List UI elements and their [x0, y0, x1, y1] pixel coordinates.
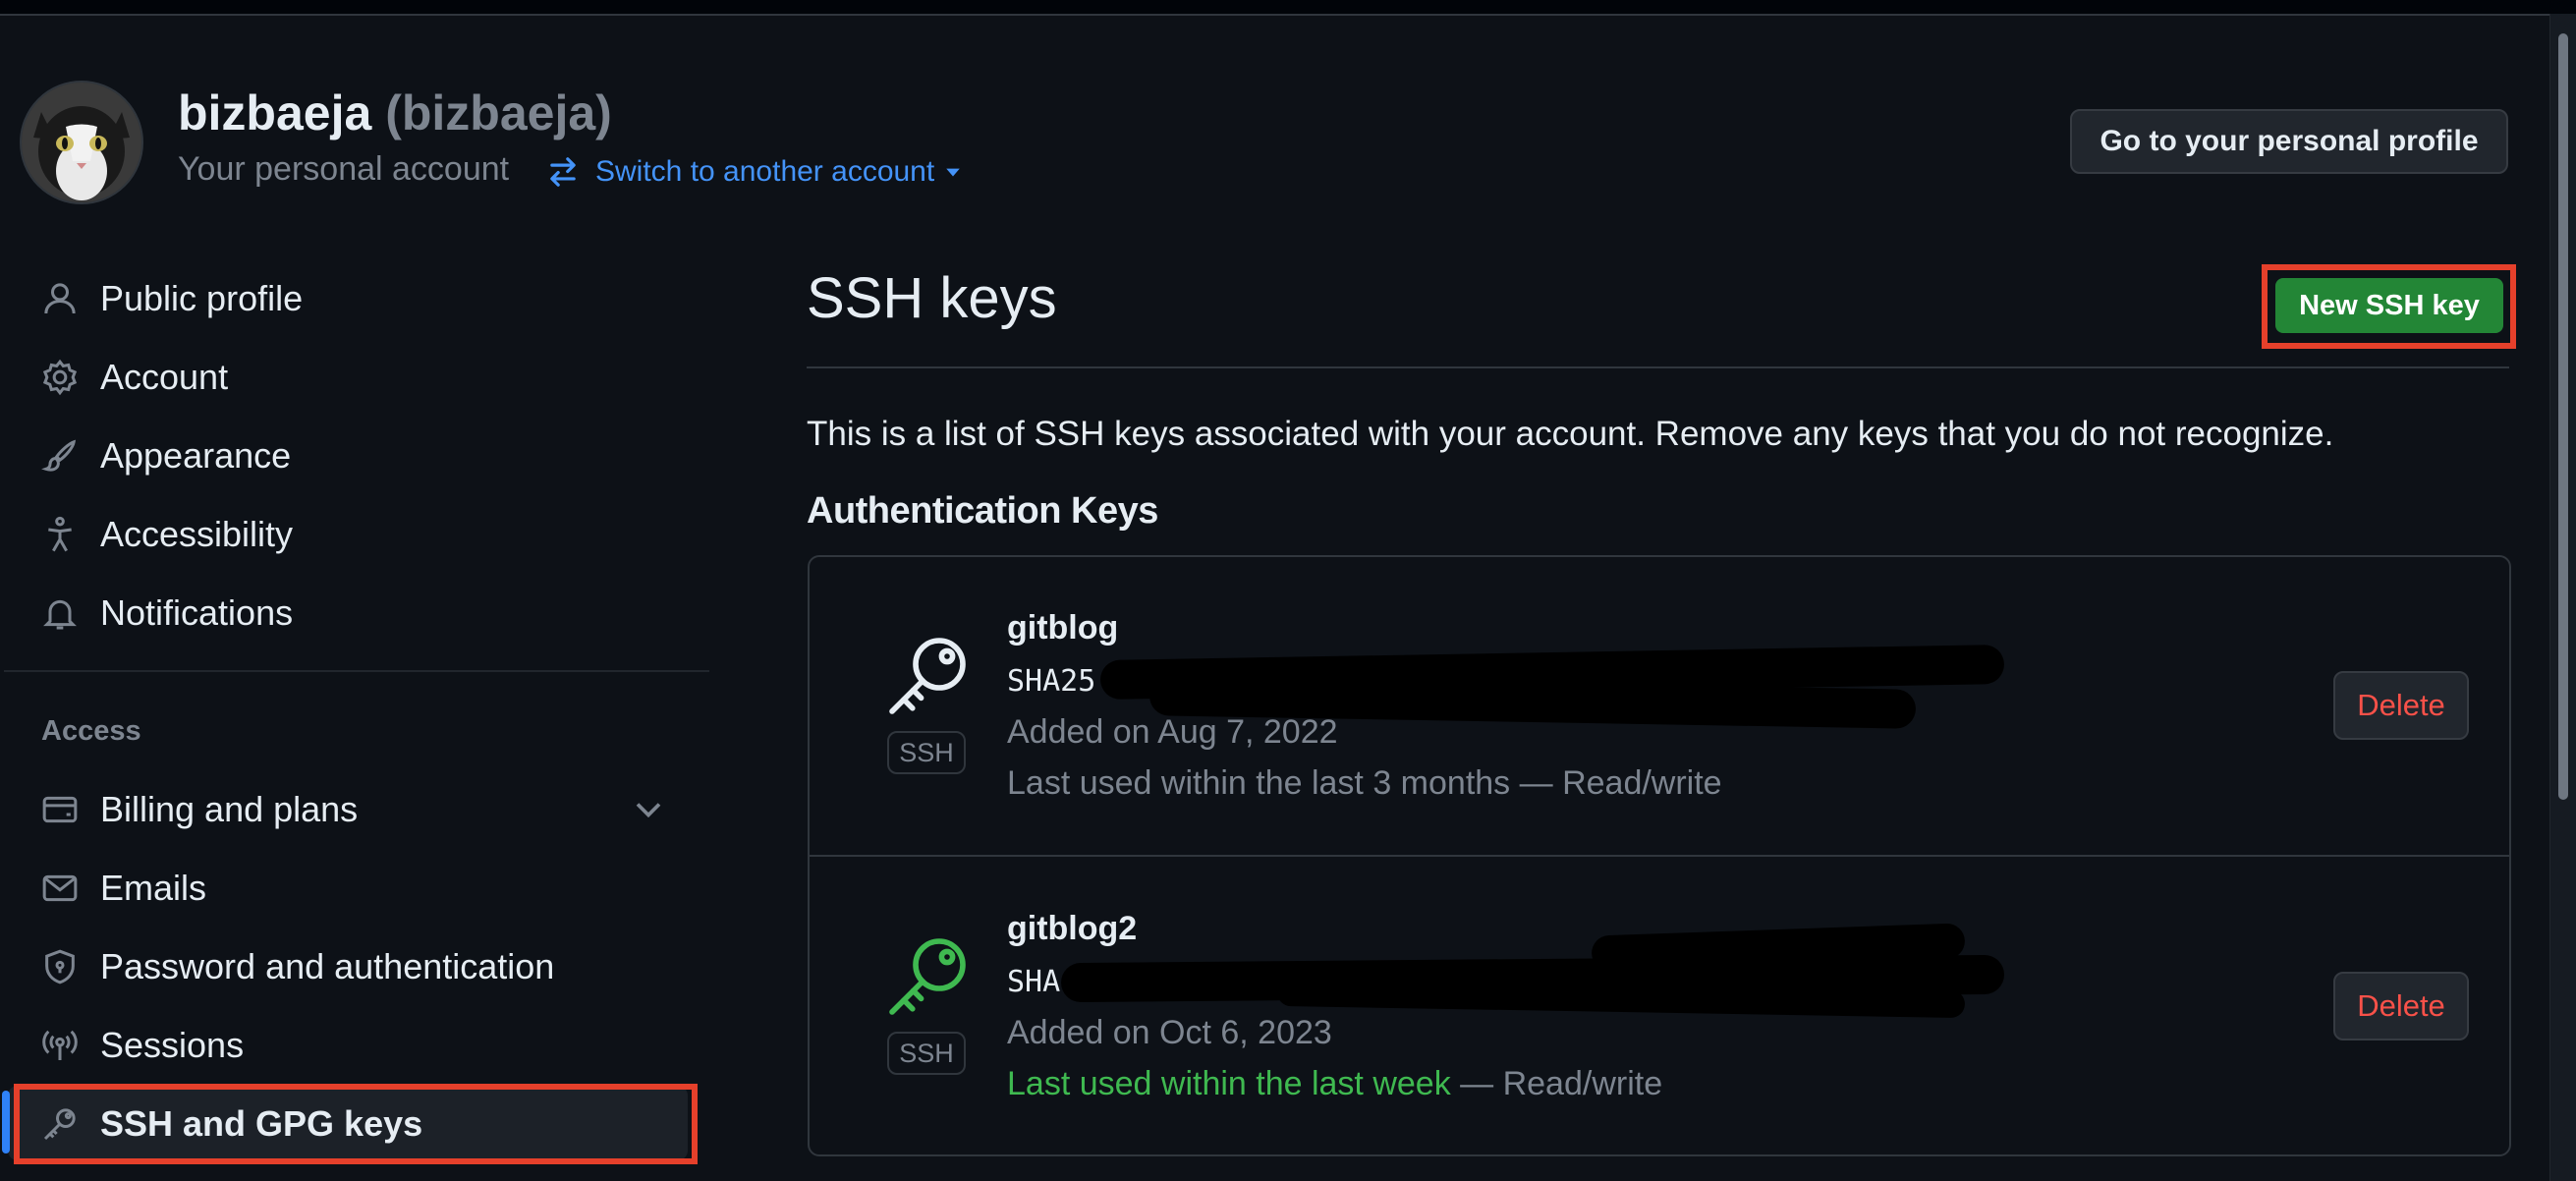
auth-keys-heading: Authentication Keys	[807, 490, 1158, 532]
key-added-date: Added on Oct 6, 2023	[1007, 1014, 1332, 1051]
mail-icon	[37, 866, 83, 911]
row-divider	[810, 855, 2509, 857]
switch-account-label: Switch to another account	[595, 155, 935, 188]
sidebar-item-account[interactable]: Account	[37, 348, 676, 407]
delete-key-button[interactable]: Delete	[2333, 972, 2469, 1040]
caret-down-icon	[946, 168, 960, 177]
key-title: gitblog2	[1007, 910, 1138, 947]
account-name: bizbaeja (bizbaeja)	[178, 84, 612, 141]
sidebar-item-accessibility[interactable]: Accessibility	[37, 505, 676, 564]
switch-account-link[interactable]: Switch to another account	[546, 147, 978, 197]
access-level: — Read/write	[1450, 1065, 1663, 1102]
sidebar-item-emails[interactable]: Emails	[37, 859, 676, 918]
broadcast-icon	[37, 1023, 83, 1068]
top-bar	[0, 0, 2576, 16]
key-last-used: Last used within the last 3 months — Rea…	[1007, 764, 1722, 803]
delete-key-button[interactable]: Delete	[2333, 671, 2469, 740]
display-name: bizbaeja	[178, 85, 372, 141]
avatar[interactable]	[20, 81, 143, 204]
sidebar-item-public-profile[interactable]: Public profile	[37, 269, 676, 328]
ssh-badge: SSH	[887, 1032, 966, 1075]
login-name: (bizbaeja)	[385, 85, 612, 141]
access-level: — Read/write	[1510, 764, 1722, 802]
sidebar-item-password[interactable]: Password and authentication	[37, 937, 676, 996]
credit-card-icon	[37, 787, 83, 832]
sidebar-item-notifications[interactable]: Notifications	[37, 584, 676, 643]
account-subtitle: Your personal account	[178, 150, 510, 188]
key-fingerprint: SHA	[1007, 965, 1061, 999]
scrollbar-thumb[interactable]	[2558, 33, 2568, 800]
sidebar-item-label: Appearance	[100, 435, 292, 476]
sidebar-divider	[4, 670, 709, 672]
arrow-switch-icon	[550, 157, 576, 187]
page-description: This is a list of SSH keys associated wi…	[807, 415, 2334, 453]
sidebar-item-label: Account	[100, 357, 229, 397]
gear-icon	[37, 355, 83, 400]
sidebar-item-label: Notifications	[100, 592, 294, 633]
last-used-text: Last used within the last week	[1007, 1065, 1451, 1102]
key-added-date: Added on Aug 7, 2022	[1007, 713, 1338, 751]
key-last-used: Last used within the last week — Read/wr…	[1007, 1065, 1662, 1103]
person-icon	[37, 276, 83, 321]
sidebar-item-sessions[interactable]: Sessions	[37, 1016, 676, 1075]
last-used-text: Last used within the last 3 months	[1007, 764, 1511, 802]
bell-icon	[37, 590, 83, 636]
title-divider	[807, 366, 2509, 368]
sidebar-item-label: Emails	[100, 868, 207, 908]
scrollbar[interactable]	[2549, 14, 2576, 1181]
sidebar-item-label: Password and authentication	[100, 946, 555, 986]
active-item-indicator	[2, 1091, 10, 1153]
key-icon	[873, 629, 981, 723]
ssh-badge: SSH	[887, 731, 966, 774]
page-title: SSH keys	[807, 266, 1057, 330]
key-title: gitblog	[1007, 609, 1119, 647]
go-to-profile-button[interactable]: Go to your personal profile	[2070, 109, 2508, 174]
sidebar-item-label: Billing and plans	[100, 789, 359, 829]
highlight-annotation-ssh-gpg	[14, 1084, 698, 1164]
sidebar-item-label: Accessibility	[100, 514, 294, 554]
highlight-annotation-new-key	[2262, 264, 2516, 349]
key-fingerprint: SHA25	[1007, 664, 1096, 699]
chevron-down-icon[interactable]	[627, 788, 670, 831]
sidebar-item-appearance[interactable]: Appearance	[37, 426, 676, 485]
sidebar-item-label: Public profile	[100, 278, 304, 318]
paintbrush-icon	[37, 433, 83, 478]
sidebar-section-heading: Access	[41, 715, 141, 747]
sidebar-item-label: Sessions	[100, 1025, 245, 1065]
accessibility-icon	[37, 512, 83, 557]
key-icon	[873, 929, 981, 1024]
shield-lock-icon	[37, 944, 83, 989]
sidebar-item-billing[interactable]: Billing and plans	[37, 780, 676, 839]
